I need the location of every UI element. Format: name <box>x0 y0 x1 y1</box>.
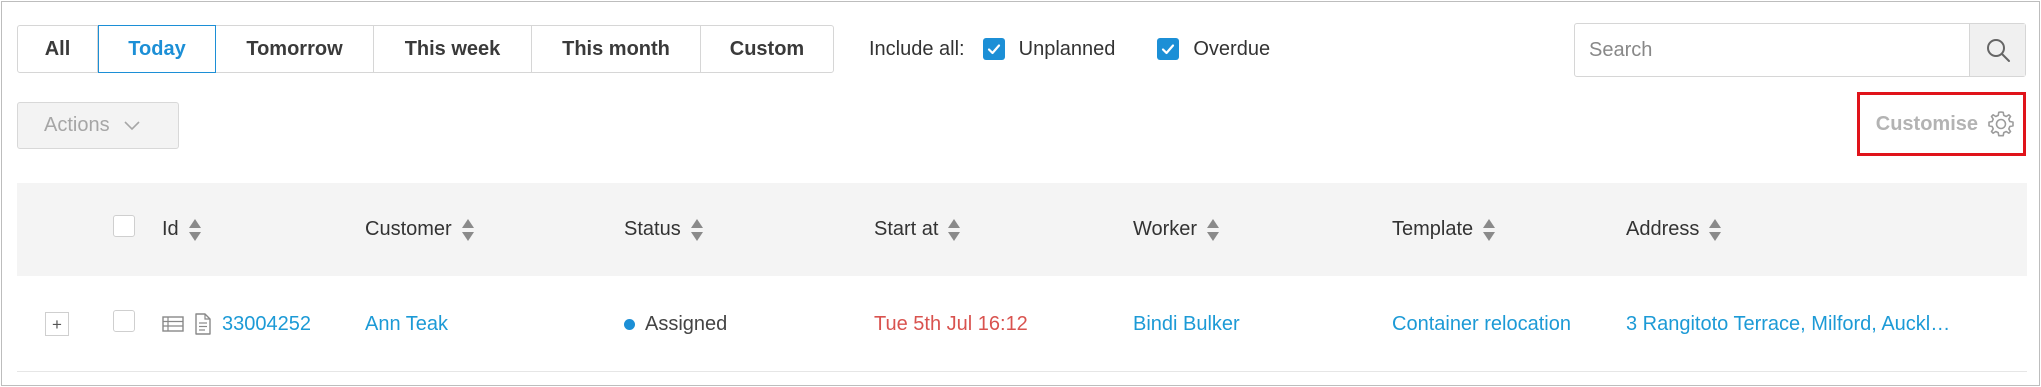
app-frame: All Today Tomorrow This week This month … <box>1 1 2040 386</box>
tab-tomorrow[interactable]: Tomorrow <box>216 26 374 72</box>
row-checkbox[interactable] <box>113 310 135 332</box>
gear-icon <box>1988 111 2014 137</box>
customise-button[interactable]: Customise <box>1857 92 2026 156</box>
sort-icon <box>1709 218 1722 241</box>
tab-custom[interactable]: Custom <box>701 26 833 72</box>
status-cell: Assigned <box>624 276 727 372</box>
select-all-checkbox[interactable] <box>113 215 135 237</box>
list-view-icon[interactable] <box>162 315 184 333</box>
unplanned-label: Unplanned <box>1018 37 1116 60</box>
sort-icon <box>690 218 703 241</box>
sort-icon <box>948 218 961 241</box>
include-all-group: Include all: Unplanned Overdue <box>869 25 1270 73</box>
template-link[interactable]: Container relocation <box>1392 276 1571 372</box>
search-box <box>1574 23 2026 77</box>
overdue-checkbox[interactable]: Overdue <box>1157 38 1270 61</box>
date-filter-tabs: All Today Tomorrow This week This month … <box>17 25 834 73</box>
job-id-link[interactable]: 33004252 <box>222 313 311 336</box>
address-cell: 3 Rangitoto Terrace, Milford, Auckl… <box>1626 276 1986 372</box>
checkbox-checked-icon <box>982 38 1005 60</box>
checkbox-checked-icon <box>1157 38 1180 60</box>
table-header: Id Customer Status Start at Worker Templ… <box>17 183 2027 276</box>
sort-icon <box>1207 218 1220 241</box>
column-header-id[interactable]: Id <box>162 183 202 276</box>
customer-link[interactable]: Ann Teak <box>365 276 448 372</box>
sort-icon <box>461 218 474 241</box>
search-icon <box>1986 39 2010 62</box>
unplanned-checkbox[interactable]: Unplanned <box>982 37 1116 61</box>
column-header-worker[interactable]: Worker <box>1133 183 1220 276</box>
column-header-address[interactable]: Address <box>1626 183 1722 276</box>
start-at-value: Tue 5th Jul 16:12 <box>874 312 1028 335</box>
status-label: Assigned <box>645 312 728 335</box>
search-input[interactable] <box>1575 24 1969 76</box>
overdue-label: Overdue <box>1193 37 1271 60</box>
actions-label: Actions <box>44 114 110 136</box>
tab-this-month[interactable]: This month <box>532 26 701 72</box>
column-header-template[interactable]: Template <box>1392 183 1496 276</box>
customise-label: Customise <box>1875 112 1978 135</box>
sort-icon <box>1483 218 1496 241</box>
column-header-customer[interactable]: Customer <box>365 183 475 276</box>
tab-all[interactable]: All <box>18 26 98 72</box>
document-icon[interactable] <box>194 313 212 335</box>
actions-dropdown[interactable]: Actions <box>17 102 179 149</box>
table-row: + 33004252 Ann Teak Assigned Tue 5th Jul… <box>17 276 2027 372</box>
status-dot-icon <box>624 318 635 330</box>
search-button[interactable] <box>1969 24 2025 76</box>
worker-link[interactable]: Bindi Bulker <box>1133 276 1240 372</box>
job-id-cell: 33004252 <box>162 276 311 372</box>
column-header-start-at[interactable]: Start at <box>874 183 961 276</box>
chevron-down-icon <box>124 120 140 130</box>
tab-today[interactable]: Today <box>98 25 216 73</box>
address-link[interactable]: 3 Rangitoto Terrace, Milford, Auckl… <box>1626 276 1986 372</box>
include-all-label: Include all: <box>869 37 965 60</box>
sort-icon <box>188 218 201 241</box>
tab-this-week[interactable]: This week <box>374 26 532 72</box>
expand-row-button[interactable]: + <box>45 312 69 336</box>
column-header-status[interactable]: Status <box>624 183 704 276</box>
